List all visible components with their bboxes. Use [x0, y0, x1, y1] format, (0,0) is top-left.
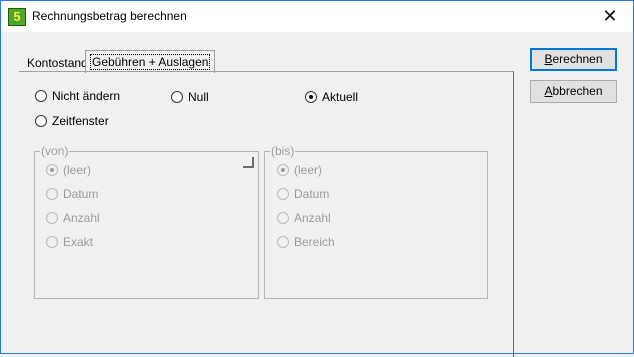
radio-circle: [277, 212, 289, 224]
calculate-button[interactable]: Berechnen: [530, 48, 617, 71]
dialog-client-area: Kontostand Gebühren + Auslagen Nicht änd…: [1, 32, 633, 357]
radio-label: Anzahl: [294, 211, 331, 225]
radio-circle: [46, 188, 58, 200]
tab-gebuehren-auslagen[interactable]: Gebühren + Auslagen: [85, 50, 216, 73]
dialog-window: 5 Rechnungsbetrag berechnen ✕ Kontostand…: [0, 0, 634, 357]
tab-panel: Nicht ändern Null Aktuell Zeitfenster (v…: [19, 71, 514, 357]
tab-kontostand[interactable]: Kontostand: [23, 53, 92, 73]
group-von-label: (von): [40, 144, 70, 158]
radio-label: Datum: [294, 187, 330, 201]
radio-label: Anzahl: [63, 211, 100, 225]
radio-circle: [35, 115, 47, 127]
radio-circle: [35, 90, 47, 102]
radio-circle: [46, 212, 58, 224]
radio-label: Zeitfenster: [52, 114, 109, 128]
radio-circle: [171, 91, 183, 103]
radio-dot: [50, 168, 54, 172]
radio-circle: [277, 164, 289, 176]
cancel-label-rest: bbrechen: [552, 84, 603, 98]
calculate-label-rest: erechnen: [552, 52, 603, 66]
title-bar: 5 Rechnungsbetrag berechnen ✕: [1, 1, 633, 32]
radio-dot: [309, 95, 313, 99]
app-icon: 5: [8, 8, 26, 26]
radio-label: Null: [188, 90, 209, 104]
radio-dot: [281, 168, 285, 172]
radio-circle: [46, 236, 58, 248]
radio-label: Datum: [63, 187, 99, 201]
radio-label: Aktuell: [322, 90, 359, 104]
radio-label: Bereich: [294, 235, 335, 249]
group-bis-label: (bis): [270, 144, 296, 158]
radio-label: Nicht ändern: [52, 89, 121, 103]
cancel-button[interactable]: Abbrechen: [530, 80, 617, 103]
radio-label: (leer): [63, 163, 92, 177]
resize-handle-icon: [243, 157, 254, 168]
radio-label: (leer): [294, 163, 323, 177]
group-bis: (bis) (leer) Datum Anzahl Bereich: [264, 144, 488, 299]
tab-label: Gebühren + Auslagen: [90, 54, 211, 70]
window-title: Rechnungsbetrag berechnen: [32, 9, 187, 23]
radio-label: Exakt: [63, 235, 94, 249]
tab-label: Kontostand: [27, 56, 88, 70]
radio-circle: [46, 164, 58, 176]
radio-circle: [277, 188, 289, 200]
radio-circle: [277, 236, 289, 248]
group-von: (von) (leer) Datum Anzahl Exakt: [34, 144, 259, 299]
close-button[interactable]: ✕: [587, 1, 633, 32]
radio-circle: [305, 91, 317, 103]
close-icon: ✕: [602, 6, 618, 26]
